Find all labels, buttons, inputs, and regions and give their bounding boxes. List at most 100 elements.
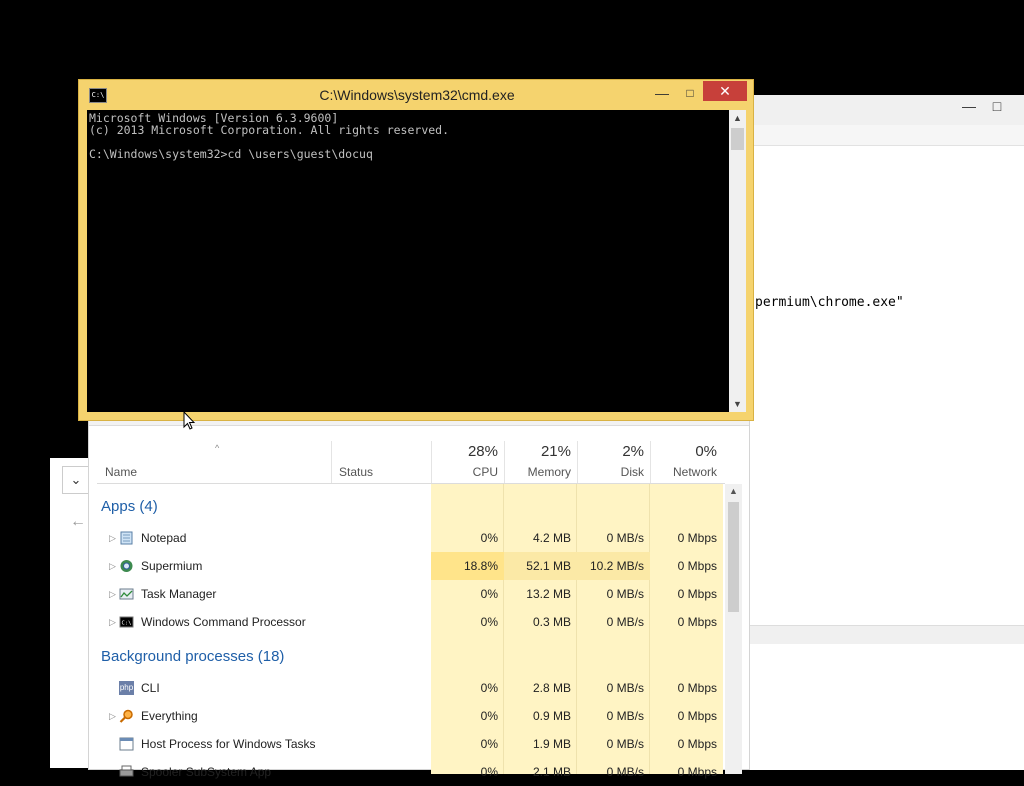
process-name: Task Manager	[141, 587, 217, 601]
process-table-header: ^ Name Status 28% CPU 21% Memory 2% Disk…	[97, 441, 725, 484]
table-row[interactable]: ▷ Notepad 0% 4.2 MB 0 MB/s 0 Mbps	[97, 524, 725, 552]
notepad-scrollbar[interactable]	[741, 625, 1024, 644]
memory-value: 52.1 MB	[504, 552, 577, 580]
host-process-icon	[119, 737, 134, 751]
expand-icon[interactable]: ▷	[109, 524, 116, 552]
notepad-minimize-button[interactable]: —	[961, 99, 977, 113]
column-header-disk[interactable]: 2% Disk	[577, 441, 650, 483]
network-value: 0 Mbps	[677, 531, 717, 545]
back-arrow-icon[interactable]: ←	[70, 513, 86, 531]
process-name: Notepad	[141, 531, 187, 545]
cpu-total: 28%	[467, 443, 498, 460]
svg-text:C:\: C:\	[122, 621, 132, 627]
chevron-down-icon[interactable]: ⌄	[62, 466, 90, 494]
process-name: Supermium	[141, 559, 203, 573]
group-header-background-processes: Background processes (18)	[101, 648, 285, 665]
table-row[interactable]: ▷ C:\ Windows Command Processor 0% 0.3 M…	[97, 608, 725, 636]
process-name: Everything	[141, 709, 198, 723]
network-value: 0 Mbps	[677, 681, 717, 695]
cpu-value: 0%	[480, 531, 498, 545]
network-value: 0 Mbps	[677, 709, 717, 723]
column-header-network[interactable]: 0% Network	[650, 441, 723, 483]
memory-total: 21%	[540, 443, 571, 460]
notepad-window: — □ permium\chrome.exe"	[740, 95, 1024, 770]
mouse-cursor-icon	[183, 411, 195, 430]
scroll-down-icon[interactable]: ▼	[729, 396, 746, 412]
table-row[interactable]: Spooler SubSystem App 0% 2.1 MB 0 MB/s 0…	[97, 758, 725, 786]
process-name: Host Process for Windows Tasks	[141, 737, 316, 751]
maximize-button[interactable]: □	[679, 84, 701, 102]
column-header-name[interactable]: Name	[105, 465, 137, 479]
cpu-value: 18.8%	[431, 552, 504, 580]
memory-value: 2.8 MB	[532, 681, 571, 695]
network-value: 0 Mbps	[677, 765, 717, 779]
disk-value: 0 MB/s	[606, 587, 644, 601]
cmd-titlebar[interactable]: C:\Windows\system32\cmd.exe C:\ — □ ✕	[79, 80, 753, 110]
notepad-text-line[interactable]: permium\chrome.exe"	[755, 295, 904, 310]
notepad-lower-area	[741, 650, 1024, 770]
process-name: Spooler SubSystem App	[141, 765, 272, 779]
memory-value: 0.3 MB	[532, 615, 571, 629]
process-name: CLI	[141, 681, 160, 695]
scrollbar-thumb[interactable]	[731, 128, 744, 150]
table-row[interactable]: ▷ Task Manager 0% 13.2 MB 0 MB/s 0 Mbps	[97, 580, 725, 608]
network-value: 0 Mbps	[677, 737, 717, 751]
cmd-icon: C:\	[119, 616, 134, 628]
column-header-cpu[interactable]: 28% CPU	[431, 441, 504, 483]
minimize-button[interactable]: —	[651, 84, 673, 102]
network-value: 0 Mbps	[677, 559, 717, 573]
column-header-memory[interactable]: 21% Memory	[504, 441, 577, 483]
close-button[interactable]: ✕	[703, 81, 747, 101]
scroll-up-icon[interactable]: ▲	[725, 486, 742, 496]
memory-value: 4.2 MB	[532, 531, 571, 545]
disk-value: 0 MB/s	[606, 765, 644, 779]
group-header-apps: Apps (4)	[101, 498, 158, 515]
expand-icon[interactable]: ▷	[109, 580, 116, 608]
notepad-titlebar[interactable]: — □	[741, 95, 1024, 125]
cpu-label: CPU	[472, 465, 498, 479]
cmd-icon[interactable]: C:\	[89, 88, 107, 103]
console-output: Microsoft Windows [Version 6.3.9600] (c)…	[89, 111, 450, 161]
notepad-menubar	[741, 125, 1024, 146]
php-icon: php	[119, 681, 134, 695]
task-manager-icon	[119, 588, 134, 600]
printer-icon	[119, 765, 134, 777]
disk-total: 2%	[622, 443, 644, 460]
memory-value: 1.9 MB	[532, 737, 571, 751]
sort-arrow-icon: ^	[215, 443, 220, 453]
disk-value: 0 MB/s	[606, 681, 644, 695]
column-header-status[interactable]: Status	[339, 465, 373, 479]
table-row[interactable]: Host Process for Windows Tasks 0% 1.9 MB…	[97, 730, 725, 758]
notepad-icon	[120, 531, 133, 545]
expand-icon[interactable]: ▷	[109, 552, 116, 580]
network-total: 0%	[695, 443, 717, 460]
disk-value: 10.2 MB/s	[577, 552, 650, 580]
console-scrollbar[interactable]: ▲ ▼	[729, 110, 746, 412]
scrollbar-thumb[interactable]	[728, 502, 739, 612]
console-area[interactable]: Microsoft Windows [Version 6.3.9600] (c)…	[87, 110, 729, 412]
process-name: Windows Command Processor	[141, 615, 306, 629]
table-row[interactable]: php CLI 0% 2.8 MB 0 MB/s 0 Mbps	[97, 674, 725, 702]
network-label: Network	[672, 465, 717, 479]
cpu-value: 0%	[480, 587, 498, 601]
process-table-scrollbar[interactable]: ▲	[725, 484, 742, 774]
disk-value: 0 MB/s	[606, 709, 644, 723]
disk-value: 0 MB/s	[606, 737, 644, 751]
disk-label: Disk	[620, 465, 644, 479]
network-value: 0 Mbps	[677, 615, 717, 629]
memory-label: Memory	[527, 465, 571, 479]
table-row[interactable]: ▷ Supermium 18.8% 52.1 MB 10.2 MB/s 0 Mb…	[97, 552, 725, 580]
cpu-value: 0%	[480, 709, 498, 723]
expand-icon[interactable]: ▷	[109, 702, 116, 730]
supermium-icon	[120, 560, 133, 572]
cpu-value: 0%	[480, 737, 498, 751]
disk-value: 0 MB/s	[606, 531, 644, 545]
cpu-value: 0%	[480, 681, 498, 695]
cmd-window: C:\Windows\system32\cmd.exe C:\ — □ ✕ Mi…	[78, 79, 754, 421]
cpu-value: 0%	[480, 765, 498, 779]
notepad-maximize-button[interactable]: □	[989, 99, 1005, 113]
network-value: 0 Mbps	[677, 587, 717, 601]
table-row[interactable]: ▷ Everything 0% 0.9 MB 0 MB/s 0 Mbps	[97, 702, 725, 730]
scroll-up-icon[interactable]: ▲	[729, 110, 746, 126]
expand-icon[interactable]: ▷	[109, 608, 116, 636]
